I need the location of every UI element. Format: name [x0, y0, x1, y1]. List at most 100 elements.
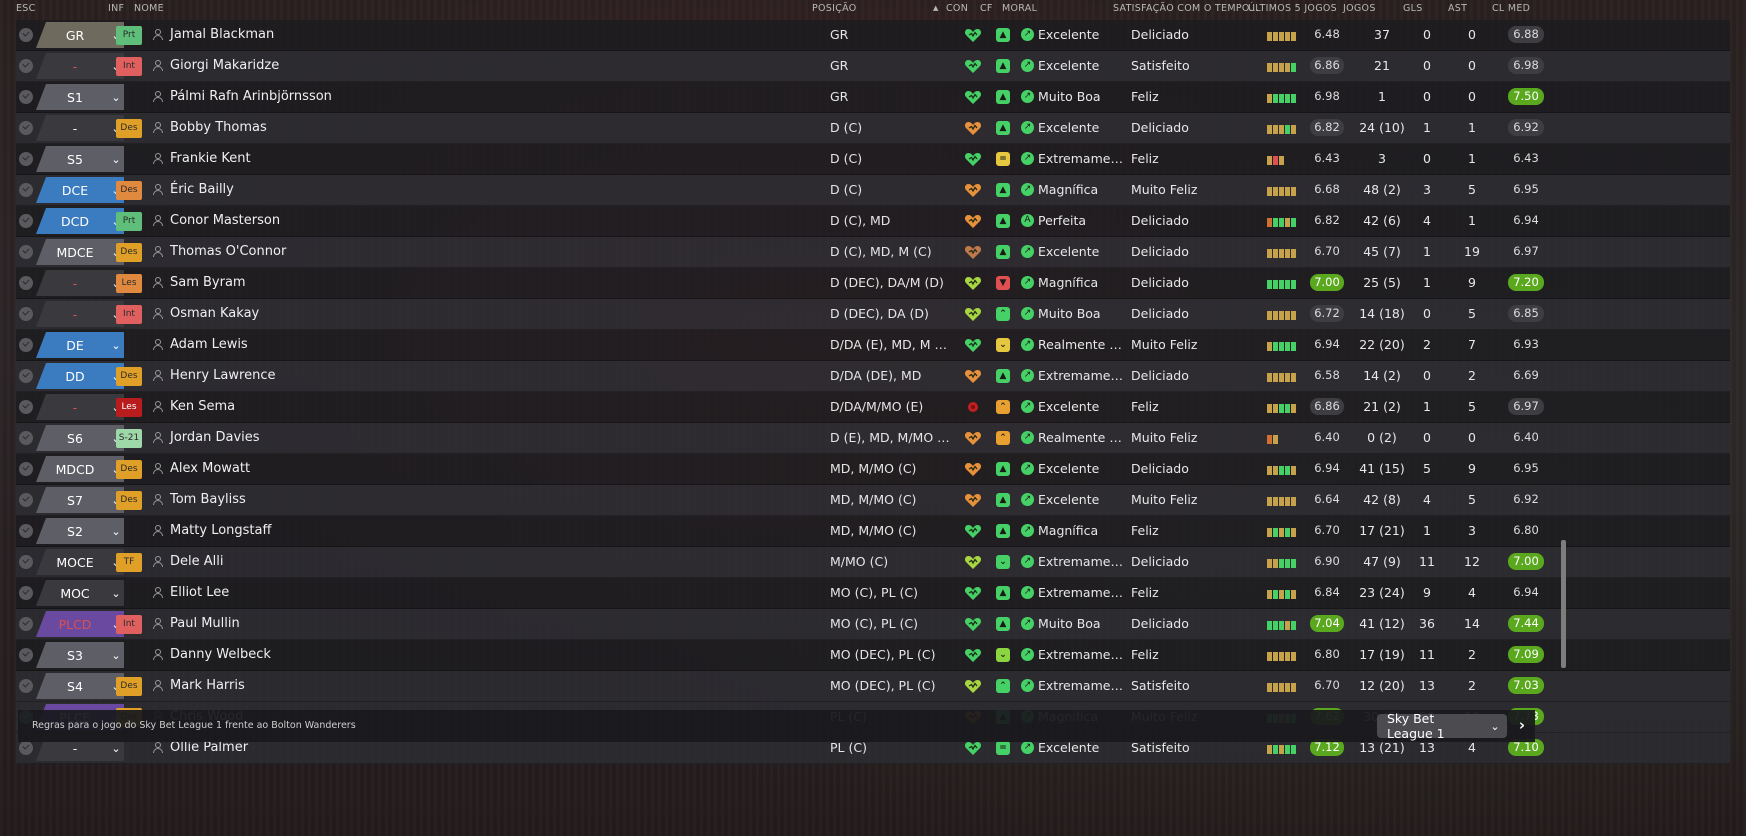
col-header-posicao[interactable]: POSIÇÃO — [812, 3, 857, 14]
selection-dropdown[interactable]: DE ⌄ — [36, 332, 124, 358]
select-checkbox[interactable] — [19, 679, 33, 693]
info-badge[interactable]: Les — [116, 398, 142, 417]
info-badge[interactable]: Int — [116, 305, 142, 324]
table-row[interactable]: -⌄Les Ken Sema D/DA/M/MO (E) ⌃ ↗ Excelente Fel… — [16, 392, 1730, 423]
select-checkbox[interactable] — [19, 152, 33, 166]
select-checkbox[interactable] — [19, 617, 33, 631]
player-name[interactable]: Bobby Thomas — [170, 120, 267, 135]
select-checkbox[interactable] — [19, 462, 33, 476]
selection-dropdown[interactable]: -⌄ — [36, 115, 124, 141]
info-badge[interactable]: Des — [116, 119, 142, 138]
selection-dropdown[interactable]: -⌄ — [36, 394, 124, 420]
col-header-satisfacao[interactable]: SATISFAÇÃO COM O TEMPO... — [1113, 3, 1259, 14]
col-header-gls[interactable]: GLS — [1403, 3, 1423, 14]
select-checkbox[interactable] — [19, 183, 33, 197]
player-name[interactable]: Paul Mullin — [170, 616, 240, 631]
info-badge[interactable]: Des — [116, 181, 142, 200]
info-badge[interactable]: Des — [116, 243, 142, 262]
col-header-clmed[interactable]: CL MED — [1492, 3, 1530, 14]
player-name[interactable]: Adam Lewis — [170, 337, 248, 352]
player-name[interactable]: Tom Bayliss — [170, 492, 246, 507]
info-badge[interactable]: Des — [116, 677, 142, 696]
selection-dropdown[interactable]: MDCD⌄ — [36, 456, 124, 482]
player-name[interactable]: Elliot Lee — [170, 585, 229, 600]
table-row[interactable]: MDCE⌄Des Thomas O'Connor D (C), MD, M (C) ▲… — [16, 237, 1730, 268]
table-row[interactable]: DE ⌄ Adam Lewis D/DA (E), MD, M (EC), M/MO … — [16, 330, 1730, 361]
player-name[interactable]: Sam Byram — [170, 275, 246, 290]
col-header-ultimos5[interactable]: ÚLTIMOS 5 JOGOS — [1248, 3, 1337, 14]
info-badge[interactable]: Des — [116, 491, 142, 510]
selection-dropdown[interactable]: PLCD⌄ — [36, 611, 124, 637]
selection-dropdown[interactable]: -⌄ — [36, 53, 124, 79]
table-row[interactable]: S3 ⌄ Danny Welbeck MO (DEC), PL (C) ⌄ ↗ Extrem… — [16, 640, 1730, 671]
selection-dropdown[interactable]: S7⌄ — [36, 487, 124, 513]
player-name[interactable]: Matty Longstaff — [170, 523, 271, 538]
table-row[interactable]: DCE⌄Des Éric Bailly D (C) ▲ ↗ Magnífica Muito … — [16, 175, 1730, 206]
selection-dropdown[interactable]: MDCE⌄ — [36, 239, 124, 265]
select-checkbox[interactable] — [19, 369, 33, 383]
col-header-moral[interactable]: MORAL — [1002, 3, 1037, 14]
selection-dropdown[interactable]: DD⌄ — [36, 363, 124, 389]
table-row[interactable]: -⌄Les Sam Byram D (DEC), DA/M (D) ▼ ↗ Magnífi… — [16, 268, 1730, 299]
selection-dropdown[interactable]: S3 ⌄ — [36, 642, 124, 668]
col-header-inf[interactable]: INF — [108, 3, 124, 14]
table-row[interactable]: GR⌄Prt Jamal Blackman GR ▲ ↗ Excelente Delicia… — [16, 20, 1730, 51]
competition-select[interactable]: Sky Bet League 1 ⌄ — [1377, 711, 1507, 741]
table-row[interactable]: S4⌄Des Mark Harris MO (DEC), PL (C) ⌃ ↗ Extre… — [16, 671, 1730, 702]
table-row[interactable]: MOC ⌄ Elliot Lee MO (C), PL (C) ▲ ↗ Extremamen… — [16, 578, 1730, 609]
select-checkbox[interactable] — [19, 28, 33, 42]
player-name[interactable]: Henry Lawrence — [170, 368, 275, 383]
info-badge[interactable]: Prt — [116, 26, 142, 45]
selection-dropdown[interactable]: S4⌄ — [36, 673, 124, 699]
info-badge[interactable]: Des — [116, 460, 142, 479]
select-checkbox[interactable] — [19, 493, 33, 507]
col-header-esc[interactable]: ESC — [16, 3, 36, 14]
scrollbar[interactable] — [1561, 540, 1566, 668]
selection-dropdown[interactable]: DCE⌄ — [36, 177, 124, 203]
info-badge[interactable]: Int — [116, 615, 142, 634]
table-row[interactable]: -⌄Int Giorgi Makaridze GR ▲ ↗ Excelente Satisf… — [16, 51, 1730, 82]
player-name[interactable]: Pálmi Rafn Arinbjörnsson — [170, 89, 332, 104]
table-row[interactable]: MOCE⌄TF Dele Alli M/MO (C) ⌄ ↗ Extremamente..… — [16, 547, 1730, 578]
player-name[interactable]: Thomas O'Connor — [170, 244, 286, 259]
selection-dropdown[interactable]: S2 ⌄ — [36, 518, 124, 544]
select-checkbox[interactable] — [19, 431, 33, 445]
next-arrow-button[interactable]: › — [1512, 715, 1532, 735]
table-row[interactable]: MDCD⌄Des Alex Mowatt MD, M/MO (C) ▲ ↗ Excelen… — [16, 454, 1730, 485]
select-checkbox[interactable] — [19, 121, 33, 135]
player-name[interactable]: Éric Bailly — [170, 182, 234, 197]
table-row[interactable]: S7⌄Des Tom Bayliss MD, M/MO (C) ▲ ↗ Excelente… — [16, 485, 1730, 516]
player-name[interactable]: Frankie Kent — [170, 151, 251, 166]
selection-dropdown[interactable]: -⌄ — [36, 301, 124, 327]
player-name[interactable]: Giorgi Makaridze — [170, 58, 279, 73]
select-checkbox[interactable] — [19, 648, 33, 662]
player-name[interactable]: Alex Mowatt — [170, 461, 250, 476]
info-badge[interactable]: Int — [116, 57, 142, 76]
select-checkbox[interactable] — [19, 214, 33, 228]
select-checkbox[interactable] — [19, 586, 33, 600]
table-row[interactable]: S5 ⌄ Frankie Kent D (C) = ↗ Extremamente... Fel… — [16, 144, 1730, 175]
select-checkbox[interactable] — [19, 741, 33, 755]
player-name[interactable]: Ollie Palmer — [170, 740, 248, 755]
selection-dropdown[interactable]: S1 ⌄ — [36, 84, 124, 110]
table-row[interactable]: S6⌄S-21 Jordan Davies D (E), MD, M/MO (DEC… — [16, 423, 1730, 454]
player-name[interactable]: Danny Welbeck — [170, 647, 271, 662]
player-name[interactable]: Jordan Davies — [170, 430, 260, 445]
player-name[interactable]: Conor Masterson — [170, 213, 280, 228]
table-row[interactable]: DCD⌄Prt Conor Masterson D (C), MD ▲ A Perfeit… — [16, 206, 1730, 237]
selection-dropdown[interactable]: MOC ⌄ — [36, 580, 124, 606]
player-name[interactable]: Dele Alli — [170, 554, 223, 569]
info-badge[interactable]: Prt — [116, 212, 142, 231]
player-name[interactable]: Osman Kakay — [170, 306, 259, 321]
select-checkbox[interactable] — [19, 524, 33, 538]
table-row[interactable]: S2 ⌄ Matty Longstaff MD, M/MO (C) ▲ ↗ Magnífic… — [16, 516, 1730, 547]
table-row[interactable]: -⌄Int Osman Kakay D (DEC), DA (D) ⌃ ↗ Muito B… — [16, 299, 1730, 330]
table-row[interactable]: DD⌄Des Henry Lawrence D/DA (DE), MD ▲ ↗ Extre… — [16, 361, 1730, 392]
selection-dropdown[interactable]: GR⌄ — [36, 22, 124, 48]
select-checkbox[interactable] — [19, 90, 33, 104]
col-header-cf[interactable]: CF — [980, 3, 993, 14]
table-row[interactable]: -⌄Des Bobby Thomas D (C) ▲ ↗ Excelente Delicia… — [16, 113, 1730, 144]
col-header-ast[interactable]: AST — [1448, 3, 1467, 14]
selection-dropdown[interactable]: DCD⌄ — [36, 208, 124, 234]
select-checkbox[interactable] — [19, 555, 33, 569]
